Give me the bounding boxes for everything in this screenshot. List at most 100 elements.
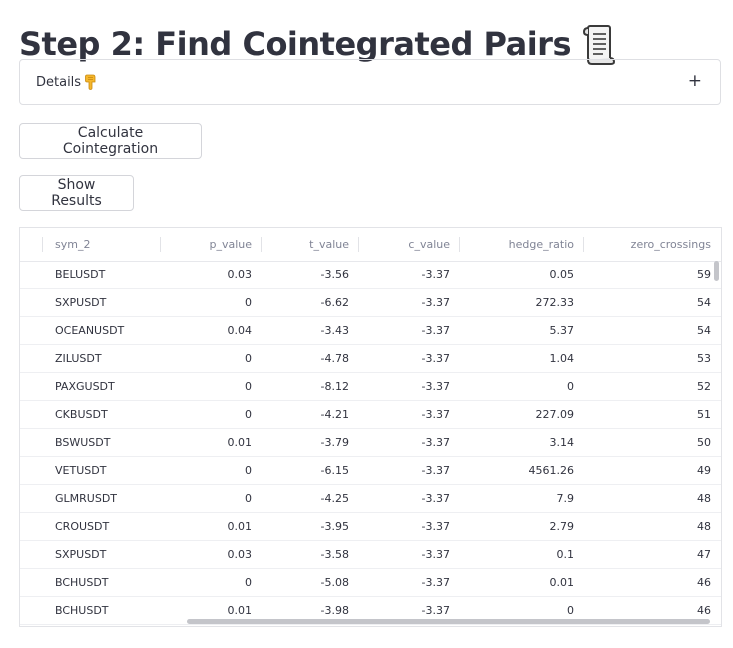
table-row[interactable]: PAXGUSDT 0 -8.12 -3.37 0 52 bbox=[20, 373, 721, 401]
cell-c-value[interactable]: -3.37 bbox=[359, 429, 460, 456]
cell-hedge-ratio[interactable]: 272.33 bbox=[460, 289, 584, 316]
cell-zero-crossings[interactable]: 54 bbox=[584, 317, 721, 344]
column-header-zero-crossings[interactable]: zero_crossings bbox=[584, 228, 721, 261]
expand-plus-icon[interactable]: + bbox=[688, 71, 702, 91]
cell-zero-crossings[interactable]: 48 bbox=[584, 513, 721, 540]
cell-zero-crossings[interactable]: 52 bbox=[584, 373, 721, 400]
cell-sym-2[interactable]: CKBUSDT bbox=[45, 401, 161, 428]
cell-t-value[interactable]: -4.78 bbox=[262, 345, 359, 372]
cell-sym-2[interactable]: PAXGUSDT bbox=[45, 373, 161, 400]
calculate-cointegration-button[interactable]: Calculate Cointegration bbox=[19, 123, 202, 159]
column-header-t-value[interactable]: t_value bbox=[262, 228, 359, 261]
cell-p-value[interactable]: 0.04 bbox=[161, 317, 262, 344]
cell-t-value[interactable]: -3.79 bbox=[262, 429, 359, 456]
column-header-hedge-ratio[interactable]: hedge_ratio bbox=[460, 228, 584, 261]
cell-sym-2[interactable]: BELUSDT bbox=[45, 261, 161, 288]
cell-p-value[interactable]: 0.03 bbox=[161, 261, 262, 288]
cell-c-value[interactable]: -3.37 bbox=[359, 457, 460, 484]
cell-zero-crossings[interactable]: 54 bbox=[584, 289, 721, 316]
table-row[interactable]: CKBUSDT 0 -4.21 -3.37 227.09 51 bbox=[20, 401, 721, 429]
cell-hedge-ratio[interactable]: 0.01 bbox=[460, 569, 584, 596]
show-results-button[interactable]: Show Results bbox=[19, 175, 134, 211]
cell-zero-crossings[interactable]: 50 bbox=[584, 429, 721, 456]
cell-zero-crossings[interactable]: 59 bbox=[584, 261, 721, 288]
cell-p-value[interactable]: 0 bbox=[161, 485, 262, 512]
cell-sym-2[interactable]: VETUSDT bbox=[45, 457, 161, 484]
table-row[interactable]: BSWUSDT 0.01 -3.79 -3.37 3.14 50 bbox=[20, 429, 721, 457]
column-divider bbox=[42, 237, 43, 252]
cell-hedge-ratio[interactable]: 2.79 bbox=[460, 513, 584, 540]
cell-p-value[interactable]: 0 bbox=[161, 569, 262, 596]
cell-zero-crossings[interactable]: 46 bbox=[584, 569, 721, 596]
cell-t-value[interactable]: -8.12 bbox=[262, 373, 359, 400]
cell-zero-crossings[interactable]: 47 bbox=[584, 541, 721, 568]
cell-sym-2[interactable]: OCEANUSDT bbox=[45, 317, 161, 344]
cell-hedge-ratio[interactable]: 1.04 bbox=[460, 345, 584, 372]
results-table[interactable]: sym_2 p_value t_value c_value hedge_rati… bbox=[19, 227, 722, 627]
cell-sym-2[interactable]: GLMRUSDT bbox=[45, 485, 161, 512]
cell-zero-crossings[interactable]: 49 bbox=[584, 457, 721, 484]
cell-p-value[interactable]: 0 bbox=[161, 345, 262, 372]
column-header-p-value[interactable]: p_value bbox=[161, 228, 262, 261]
cell-sym-2[interactable]: CROUSDT bbox=[45, 513, 161, 540]
cell-t-value[interactable]: -6.62 bbox=[262, 289, 359, 316]
cell-c-value[interactable]: -3.37 bbox=[359, 513, 460, 540]
cell-zero-crossings[interactable]: 51 bbox=[584, 401, 721, 428]
cell-t-value[interactable]: -3.95 bbox=[262, 513, 359, 540]
table-row[interactable]: BCHUSDT 0 -5.08 -3.37 0.01 46 bbox=[20, 569, 721, 597]
cell-p-value[interactable]: 0 bbox=[161, 457, 262, 484]
cell-c-value[interactable]: -3.37 bbox=[359, 345, 460, 372]
cell-hedge-ratio[interactable]: 4561.26 bbox=[460, 457, 584, 484]
vertical-scrollbar[interactable] bbox=[714, 261, 719, 281]
cell-hedge-ratio[interactable]: 0.1 bbox=[460, 541, 584, 568]
table-row[interactable]: ZILUSDT 0 -4.78 -3.37 1.04 53 bbox=[20, 345, 721, 373]
cell-t-value[interactable]: -5.08 bbox=[262, 569, 359, 596]
table-row[interactable]: VETUSDT 0 -6.15 -3.37 4561.26 49 bbox=[20, 457, 721, 485]
expander-label: Details bbox=[36, 74, 82, 90]
cell-t-value[interactable]: -6.15 bbox=[262, 457, 359, 484]
cell-c-value[interactable]: -3.37 bbox=[359, 261, 460, 288]
cell-sym-2[interactable]: BSWUSDT bbox=[45, 429, 161, 456]
cell-p-value[interactable]: 0.03 bbox=[161, 541, 262, 568]
cell-c-value[interactable]: -3.37 bbox=[359, 541, 460, 568]
cell-t-value[interactable]: -4.21 bbox=[262, 401, 359, 428]
cell-p-value[interactable]: 0.01 bbox=[161, 429, 262, 456]
cell-c-value[interactable]: -3.37 bbox=[359, 317, 460, 344]
cell-c-value[interactable]: -3.37 bbox=[359, 401, 460, 428]
table-row[interactable]: OCEANUSDT 0.04 -3.43 -3.37 5.37 54 bbox=[20, 317, 721, 345]
cell-p-value[interactable]: 0.01 bbox=[161, 513, 262, 540]
cell-hedge-ratio[interactable]: 0.05 bbox=[460, 261, 584, 288]
cell-hedge-ratio[interactable]: 7.9 bbox=[460, 485, 584, 512]
details-expander[interactable]: Details + bbox=[19, 59, 721, 105]
cell-sym-2[interactable]: ZILUSDT bbox=[45, 345, 161, 372]
cell-c-value[interactable]: -3.37 bbox=[359, 373, 460, 400]
column-header-sym-2[interactable]: sym_2 bbox=[45, 228, 161, 261]
cell-hedge-ratio[interactable]: 227.09 bbox=[460, 401, 584, 428]
cell-t-value[interactable]: -3.58 bbox=[262, 541, 359, 568]
cell-c-value[interactable]: -3.37 bbox=[359, 569, 460, 596]
cell-p-value[interactable]: 0 bbox=[161, 373, 262, 400]
cell-zero-crossings[interactable]: 48 bbox=[584, 485, 721, 512]
table-row[interactable]: SXPUSDT 0 -6.62 -3.37 272.33 54 bbox=[20, 289, 721, 317]
cell-p-value[interactable]: 0 bbox=[161, 401, 262, 428]
cell-p-value[interactable]: 0 bbox=[161, 289, 262, 316]
cell-hedge-ratio[interactable]: 3.14 bbox=[460, 429, 584, 456]
cell-t-value[interactable]: -4.25 bbox=[262, 485, 359, 512]
cell-t-value[interactable]: -3.43 bbox=[262, 317, 359, 344]
cell-sym-2[interactable]: BCHUSDT bbox=[45, 597, 161, 624]
cell-c-value[interactable]: -3.37 bbox=[359, 289, 460, 316]
table-row[interactable]: BELUSDT 0.03 -3.56 -3.37 0.05 59 bbox=[20, 261, 721, 289]
cell-sym-2[interactable]: SXPUSDT bbox=[45, 289, 161, 316]
cell-zero-crossings[interactable]: 53 bbox=[584, 345, 721, 372]
horizontal-scrollbar[interactable] bbox=[187, 619, 710, 624]
cell-t-value[interactable]: -3.56 bbox=[262, 261, 359, 288]
column-header-c-value[interactable]: c_value bbox=[359, 228, 460, 261]
cell-hedge-ratio[interactable]: 5.37 bbox=[460, 317, 584, 344]
table-row[interactable]: CROUSDT 0.01 -3.95 -3.37 2.79 48 bbox=[20, 513, 721, 541]
cell-c-value[interactable]: -3.37 bbox=[359, 485, 460, 512]
cell-sym-2[interactable]: SXPUSDT bbox=[45, 541, 161, 568]
cell-hedge-ratio[interactable]: 0 bbox=[460, 373, 584, 400]
table-row[interactable]: SXPUSDT 0.03 -3.58 -3.37 0.1 47 bbox=[20, 541, 721, 569]
table-row[interactable]: GLMRUSDT 0 -4.25 -3.37 7.9 48 bbox=[20, 485, 721, 513]
cell-sym-2[interactable]: BCHUSDT bbox=[45, 569, 161, 596]
